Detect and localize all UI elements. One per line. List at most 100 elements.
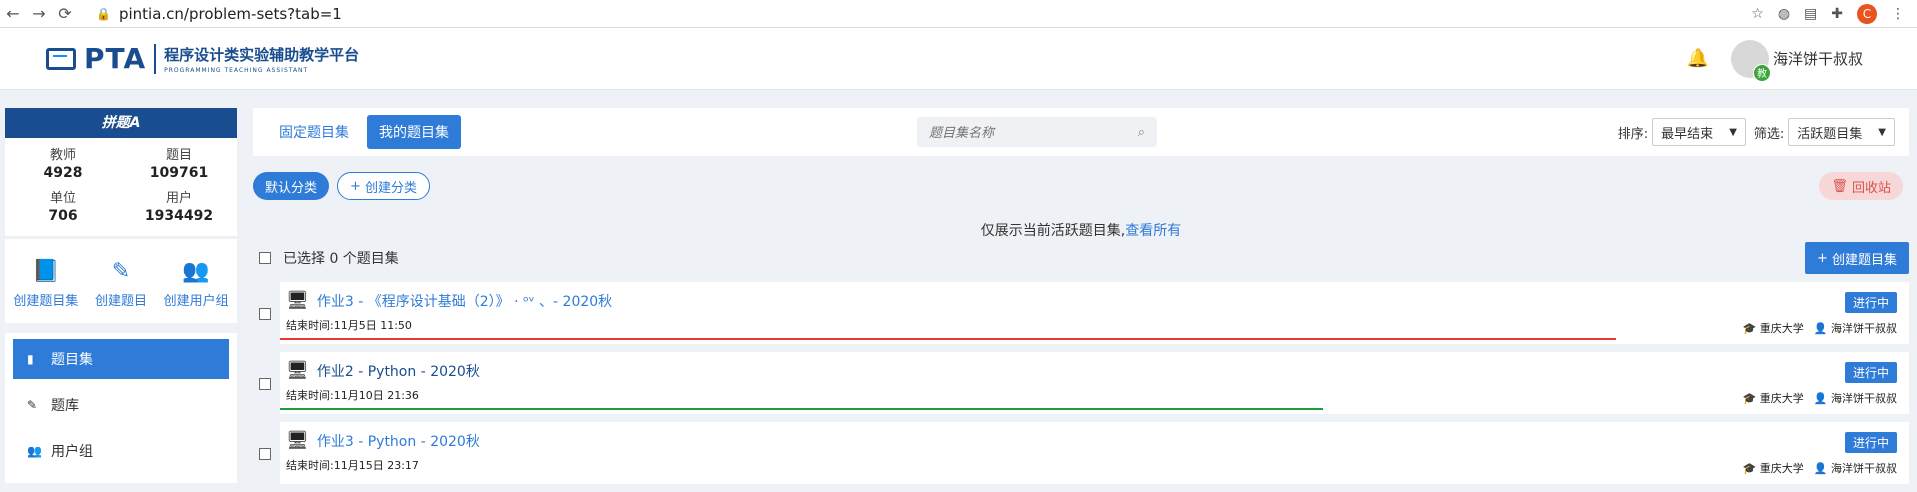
person-icon: 👤 xyxy=(1813,322,1828,335)
browser-toolbar: ← → ⟳ 🔒 pintia.cn/problem-sets?tab=1 ☆ ◍… xyxy=(0,0,1917,28)
recycle-bin-button[interactable]: 🗑 回收站 xyxy=(1819,172,1903,200)
lock-icon: 🔒 xyxy=(96,6,111,21)
problem-set-title[interactable]: 作业3 - 《程序设计基础（2）》 · ᵒᵛ 、- 2020秋 xyxy=(317,291,612,311)
app-header: PTA 程序设计类实验辅助教学平台 PROGRAMMING TEACHING A… xyxy=(0,28,1917,90)
problem-set-card[interactable]: 🖥 作业3 - Python - 2020秋 结束时间:11月15日 23:17… xyxy=(280,422,1909,484)
owner-name: 海洋饼干叔叔 xyxy=(1831,322,1897,335)
school: 🎓 重庆大学 xyxy=(1743,460,1804,476)
logo-subtitle: 程序设计类实验辅助教学平台 PROGRAMMING TEACHING ASSIS… xyxy=(164,44,359,74)
row-checkbox[interactable] xyxy=(259,378,271,390)
problem-set-card[interactable]: 🖥 作业2 - Python - 2020秋 结束时间:11月10日 21:36… xyxy=(280,352,1909,414)
more-menu-icon[interactable]: ⋮ xyxy=(1891,6,1905,22)
view-all-link[interactable]: 查看所有 xyxy=(1125,223,1181,239)
sort-select[interactable]: 最早结束 ▼ xyxy=(1652,118,1746,146)
row-checkbox[interactable] xyxy=(259,448,271,460)
problem-set-title[interactable]: 作业3 - Python - 2020秋 xyxy=(317,431,480,451)
monitor-icon: 🖥 xyxy=(286,290,309,311)
sidebar-item-user-groups[interactable]: 👥 用户组 xyxy=(13,431,229,471)
owner: 👤 海洋饼干叔叔 xyxy=(1814,460,1897,476)
reload-icon[interactable]: ⟳ xyxy=(52,4,78,23)
create-problem-set-link[interactable]: 📘 创建题目集 xyxy=(13,259,78,309)
meta-info: 🎓 重庆大学 👤 海洋饼干叔叔 xyxy=(1743,460,1897,476)
title-line: 🖥 作业3 - Python - 2020秋 xyxy=(286,430,1901,451)
stats-grid: 教师 4928 题目 109761 单位 706 用户 1934492 xyxy=(5,138,237,237)
recycle-label: 回收站 xyxy=(1851,180,1891,196)
tab-bar: 固定题目集 我的题目集 ⌕ 排序: 最早结束 ▼ 筛选: 活跃题目集 ▼ xyxy=(253,108,1909,156)
logo-text: PTA xyxy=(84,42,147,75)
sidebar-item-problem-bank[interactable]: ✎ 题库 xyxy=(13,385,229,425)
stat-teachers: 教师 4928 xyxy=(5,144,121,181)
default-category-button[interactable]: 默认分类 xyxy=(253,172,330,200)
list-item: 🖥 作业3 - 《程序设计基础（2）》 · ᵒᵛ 、- 2020秋 结束时间:1… xyxy=(253,282,1909,344)
category-bar: 默认分类 + 创建分类 🗑 回收站 xyxy=(253,172,1909,200)
star-icon[interactable]: ☆ xyxy=(1751,6,1764,22)
globe-icon[interactable]: ◍ xyxy=(1778,6,1790,22)
sidebar-item-problem-sets[interactable]: ▮ 题目集 xyxy=(13,339,229,379)
quick-label: 创建用户组 xyxy=(163,294,229,309)
stat-value: 4928 xyxy=(43,165,83,181)
select-all-checkbox[interactable] xyxy=(259,252,271,264)
trash-icon: 🗑 xyxy=(1831,178,1852,194)
create-category-button[interactable]: + 创建分类 xyxy=(337,172,431,200)
stat-label: 单位 xyxy=(49,191,76,206)
users-icon: 👥 xyxy=(27,444,42,458)
notice-text: 仅展示当前活跃题目集, xyxy=(980,223,1126,239)
filter-select[interactable]: 活跃题目集 ▼ xyxy=(1788,118,1895,146)
stats-card: 拼题A 教师 4928 题目 109761 单位 706 用户 1934492 xyxy=(5,108,237,237)
sidebar-item-label: 题目集 xyxy=(51,352,93,368)
book-icon: 📘 xyxy=(32,259,60,284)
row-checkbox[interactable] xyxy=(259,308,271,320)
brand-banner: 拼题A xyxy=(5,108,237,138)
owner: 👤 海洋饼干叔叔 xyxy=(1814,390,1897,406)
main-content: 固定题目集 我的题目集 ⌕ 排序: 最早结束 ▼ 筛选: 活跃题目集 ▼ 默认分… xyxy=(253,108,1909,492)
logo[interactable]: PTA 程序设计类实验辅助教学平台 PROGRAMMING TEACHING A… xyxy=(46,42,359,75)
quick-actions: 📘 创建题目集 ✎ 创建题目 👥 创建用户组 xyxy=(5,239,237,323)
end-time: 结束时间:11月5日 11:50 xyxy=(286,319,412,332)
tab-my-sets[interactable]: 我的题目集 xyxy=(367,115,461,149)
plus-icon: + xyxy=(350,178,366,194)
graduation-cap-icon: 🎓 xyxy=(1742,462,1757,475)
quick-label: 创建题目集 xyxy=(13,294,79,309)
logo-divider xyxy=(154,43,157,74)
active-notice: 仅展示当前活跃题目集,查看所有 xyxy=(253,220,1909,240)
create-problem-set-button[interactable]: + 创建题目集 xyxy=(1804,242,1909,274)
selection-count: 已选择 0 个题目集 xyxy=(283,251,399,267)
end-time: 结束时间:11月10日 21:36 xyxy=(286,389,419,402)
school-name: 重庆大学 xyxy=(1759,392,1804,405)
users-icon: 👥 xyxy=(182,259,210,284)
search-input[interactable] xyxy=(929,124,1138,140)
problem-set-card[interactable]: 🖥 作业3 - 《程序设计基础（2）》 · ᵒᵛ 、- 2020秋 结束时间:1… xyxy=(280,282,1909,344)
graduation-cap-icon: 🎓 xyxy=(1742,392,1757,405)
puzzle-icon[interactable]: ✚ xyxy=(1831,6,1843,22)
search-icon[interactable]: ⌕ xyxy=(1138,125,1145,140)
stat-label: 题目 xyxy=(165,148,192,163)
quick-label: 创建题目 xyxy=(94,294,147,309)
user-name[interactable]: 海洋饼干叔叔 xyxy=(1773,48,1863,69)
sidebar-menu: ▮ 题目集 ✎ 题库 👥 用户组 xyxy=(5,333,237,483)
create-user-group-link[interactable]: 👥 创建用户组 xyxy=(164,259,229,309)
book-icon: ▮ xyxy=(27,352,34,366)
stat-users: 用户 1934492 xyxy=(121,187,237,224)
status-badge: 进行中 xyxy=(1844,432,1897,453)
status-badge: 进行中 xyxy=(1844,292,1897,313)
owner: 👤 海洋饼干叔叔 xyxy=(1814,320,1897,336)
tab-fixed-sets[interactable]: 固定题目集 xyxy=(267,115,361,149)
edit-icon: ✎ xyxy=(27,398,38,412)
address-bar[interactable]: 🔒 pintia.cn/problem-sets?tab=1 xyxy=(96,5,342,23)
avatar[interactable]: 教 xyxy=(1730,39,1771,82)
status-badge: 进行中 xyxy=(1844,362,1897,383)
problem-set-title[interactable]: 作业2 - Python - 2020秋 xyxy=(317,361,480,381)
title-line: 🖥 作业3 - 《程序设计基础（2）》 · ᵒᵛ 、- 2020秋 xyxy=(286,290,1901,311)
plus-icon: + xyxy=(1816,250,1832,266)
school: 🎓 重庆大学 xyxy=(1743,390,1804,406)
list-item: 🖥 作业3 - Python - 2020秋 结束时间:11月15日 23:17… xyxy=(253,422,1909,484)
owner-name: 海洋饼干叔叔 xyxy=(1831,462,1897,475)
pdf-icon[interactable]: ▤ xyxy=(1804,6,1817,22)
url-text: pintia.cn/problem-sets?tab=1 xyxy=(118,4,342,23)
title-line: 🖥 作业2 - Python - 2020秋 xyxy=(286,360,1901,381)
forward-icon[interactable]: → xyxy=(26,4,52,23)
create-problem-link[interactable]: ✎ 创建题目 xyxy=(95,259,147,309)
back-icon[interactable]: ← xyxy=(0,4,26,23)
profile-avatar[interactable]: C xyxy=(1857,3,1877,24)
bell-icon[interactable]: 🔔 xyxy=(1687,48,1709,69)
